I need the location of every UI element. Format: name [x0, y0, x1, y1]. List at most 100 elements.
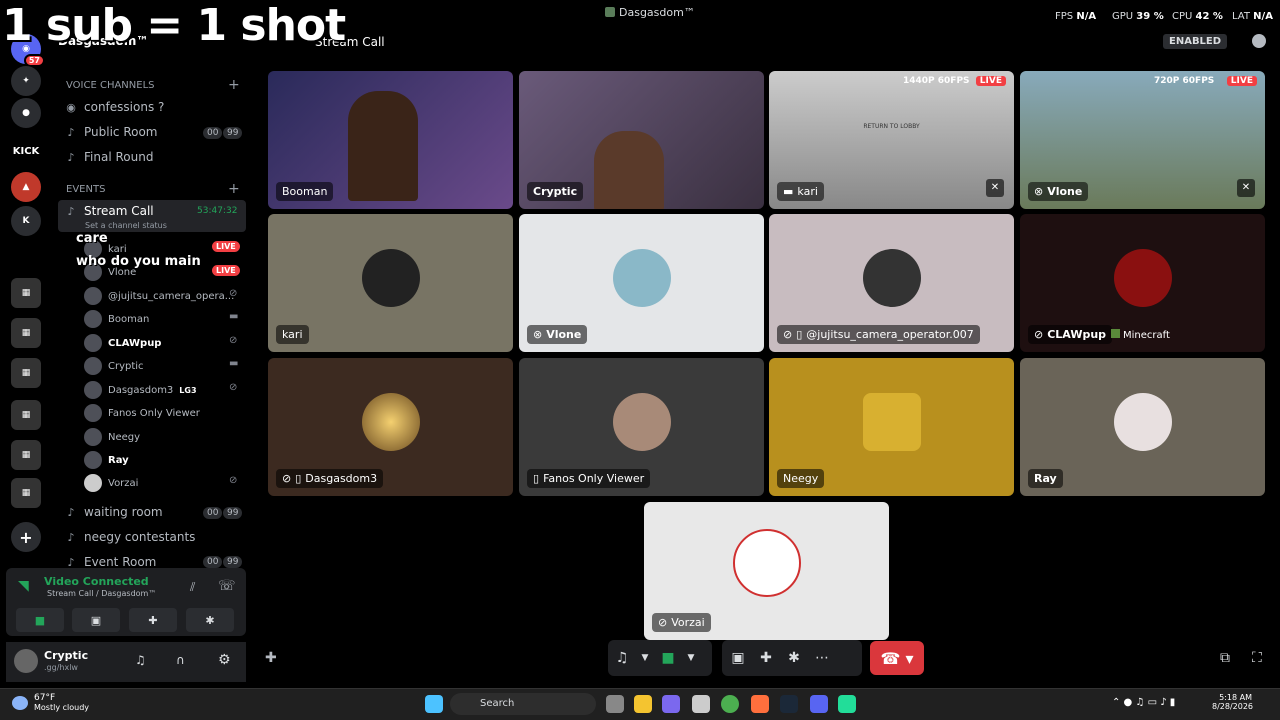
- voice-member[interactable]: @jujitsu_camera_opera...: [84, 287, 234, 305]
- steam-icon[interactable]: [780, 695, 798, 713]
- mobile-icon: ▯: [796, 328, 803, 341]
- video-tile[interactable]: kari: [268, 214, 513, 352]
- settings-icon[interactable]: ⚙: [218, 652, 231, 668]
- camera-icon[interactable]: ■: [654, 644, 682, 672]
- taskbar-clock[interactable]: 5:18 AM 8/28/2026: [1212, 693, 1254, 711]
- avatar: [612, 249, 671, 307]
- video-tile[interactable]: Booman: [268, 71, 513, 209]
- popout-icon[interactable]: ⧉: [1220, 650, 1230, 666]
- server-folder-icon[interactable]: ▦: [11, 358, 41, 388]
- avatar[interactable]: [14, 649, 38, 673]
- channel-waiting-room[interactable]: ♪ waiting room: [64, 505, 162, 519]
- kick-server-icon[interactable]: KICK: [11, 136, 41, 166]
- video-tile[interactable]: ▯ Fanos Only Viewer: [519, 358, 764, 496]
- noise-suppression-icon[interactable]: ⫽: [190, 580, 195, 595]
- server-folder-icon[interactable]: ▦: [11, 478, 41, 508]
- soundboard-icon[interactable]: ✱: [780, 644, 808, 672]
- activities-icon[interactable]: ✚: [752, 644, 780, 672]
- disconnect-button[interactable]: ☎ ▾: [870, 641, 924, 675]
- server-icon[interactable]: ●: [11, 98, 41, 128]
- enabled-badge[interactable]: ENABLED: [1163, 34, 1228, 49]
- chat-icon[interactable]: [1252, 34, 1266, 48]
- app-icon[interactable]: [751, 695, 769, 713]
- video-tile[interactable]: Neegy: [769, 358, 1014, 496]
- voice-member[interactable]: Vorzai: [84, 474, 138, 492]
- weather-widget[interactable]: 67°F Mostly cloudy: [12, 693, 89, 712]
- discord-icon[interactable]: [810, 695, 828, 713]
- activities-button[interactable]: ✚: [129, 608, 177, 632]
- video-tile[interactable]: ⊘ CLAWpup Minecraft: [1020, 214, 1265, 352]
- stream-tile[interactable]: 720P 60FPS LIVE ⊗ Vlone ✕: [1020, 71, 1265, 209]
- username[interactable]: Cryptic: [44, 649, 88, 662]
- start-icon[interactable]: [425, 695, 443, 713]
- disconnect-icon[interactable]: ☏: [218, 578, 236, 594]
- channel-final-round[interactable]: ♪ Final Round: [64, 150, 153, 164]
- voice-member[interactable]: Booman: [84, 310, 149, 328]
- mic-icon[interactable]: ♫: [608, 644, 636, 672]
- server-icon[interactable]: K: [11, 206, 41, 236]
- user-limit: 99: [223, 127, 243, 139]
- apex-server-icon[interactable]: ▲: [11, 172, 41, 202]
- channel-confessions[interactable]: ◉ confessions ?: [64, 100, 164, 114]
- soundboard-button[interactable]: ✱: [186, 608, 234, 632]
- mic-icon[interactable]: ♫: [135, 653, 146, 667]
- copilot-icon[interactable]: [662, 695, 680, 713]
- taskbar-search[interactable]: Search: [450, 693, 596, 715]
- fullscreen-icon[interactable]: ⛶: [1252, 650, 1262, 666]
- server-folder-icon[interactable]: ▦: [11, 440, 41, 470]
- chevron-down-icon[interactable]: ▼: [636, 644, 654, 672]
- video-tile[interactable]: ⊘ ▯ Dasgasdom3: [268, 358, 513, 496]
- add-event-icon[interactable]: +: [228, 181, 240, 197]
- mobile-icon: ▯: [533, 472, 540, 485]
- server-folder-icon[interactable]: ▦: [11, 278, 41, 308]
- more-icon[interactable]: ⋯: [808, 644, 836, 672]
- mute-stream-icon[interactable]: ✕: [986, 179, 1004, 197]
- invite-icon[interactable]: ✚: [265, 650, 277, 666]
- camera-button[interactable]: ■: [16, 608, 64, 632]
- server-icon[interactable]: ✦: [11, 66, 41, 96]
- user-status: .gg/hxlw: [44, 663, 78, 672]
- voice-member[interactable]: CLAWpup: [84, 334, 161, 352]
- chrome-icon[interactable]: [721, 695, 739, 713]
- voice-category-label[interactable]: VOICE CHANNELS: [66, 80, 155, 91]
- minecraft-icon: [1111, 329, 1120, 338]
- system-tray-icons[interactable]: ⌃ ● ♫ ▭ ♪ ▮: [1112, 697, 1175, 708]
- video-tile[interactable]: ⊘ Vorzai: [644, 502, 889, 640]
- stream-quality: 720P 60FPS: [1154, 76, 1215, 86]
- mute-stream-icon[interactable]: ✕: [1237, 179, 1255, 197]
- voice-member[interactable]: Neegy: [84, 428, 140, 446]
- events-category-label[interactable]: EVENTS: [66, 184, 105, 195]
- voice-member[interactable]: Dasgasdom3 LG3: [84, 381, 197, 399]
- video-tile[interactable]: ⊗ Vlone: [519, 214, 764, 352]
- share-screen-button[interactable]: ▣: [72, 608, 120, 632]
- add-channel-icon[interactable]: +: [228, 77, 240, 93]
- headphones-icon[interactable]: ∩: [176, 653, 185, 667]
- file-explorer-icon[interactable]: [634, 695, 652, 713]
- store-icon[interactable]: [692, 695, 710, 713]
- chevron-down-icon[interactable]: ▼: [682, 644, 700, 672]
- app-icon[interactable]: [838, 695, 856, 713]
- task-view-icon[interactable]: [606, 695, 624, 713]
- stream-tile[interactable]: 1440P 60FPS LIVE RETURN TO LOBBY ▬ kari ✕: [769, 71, 1014, 209]
- channel-status-hint[interactable]: Set a channel status: [85, 221, 167, 230]
- avatar: [1113, 393, 1172, 451]
- video-tile[interactable]: ⊘ ▯ @jujitsu_camera_operator.007: [769, 214, 1014, 352]
- participant-name: ▬ kari: [777, 182, 824, 201]
- camera-icon: ▬: [229, 311, 239, 322]
- channel-neegy-contestants[interactable]: ♪ neegy contestants: [64, 530, 195, 544]
- channel-public-room[interactable]: ♪ Public Room: [64, 125, 157, 139]
- server-folder-icon[interactable]: ▦: [11, 400, 41, 430]
- voice-member[interactable]: Ray: [84, 451, 129, 469]
- voice-member[interactable]: Cryptic: [84, 357, 144, 375]
- voice-member[interactable]: Fanos Only Viewer: [84, 404, 200, 422]
- voice-connected-channel[interactable]: Stream Call / Dasgasdom™: [47, 589, 156, 598]
- video-tile[interactable]: Ray: [1020, 358, 1265, 496]
- clock-date: 8/28/2026: [1212, 702, 1254, 711]
- channel-stream-call[interactable]: ♪ Stream Call: [64, 204, 153, 218]
- signal-icon[interactable]: ◥: [18, 578, 29, 594]
- channel-event-room[interactable]: ♪ Event Room: [64, 555, 156, 569]
- share-screen-icon[interactable]: ▣: [724, 644, 752, 672]
- server-folder-icon[interactable]: ▦: [11, 318, 41, 348]
- add-server-icon[interactable]: +: [11, 522, 41, 552]
- video-tile[interactable]: Cryptic: [519, 71, 764, 209]
